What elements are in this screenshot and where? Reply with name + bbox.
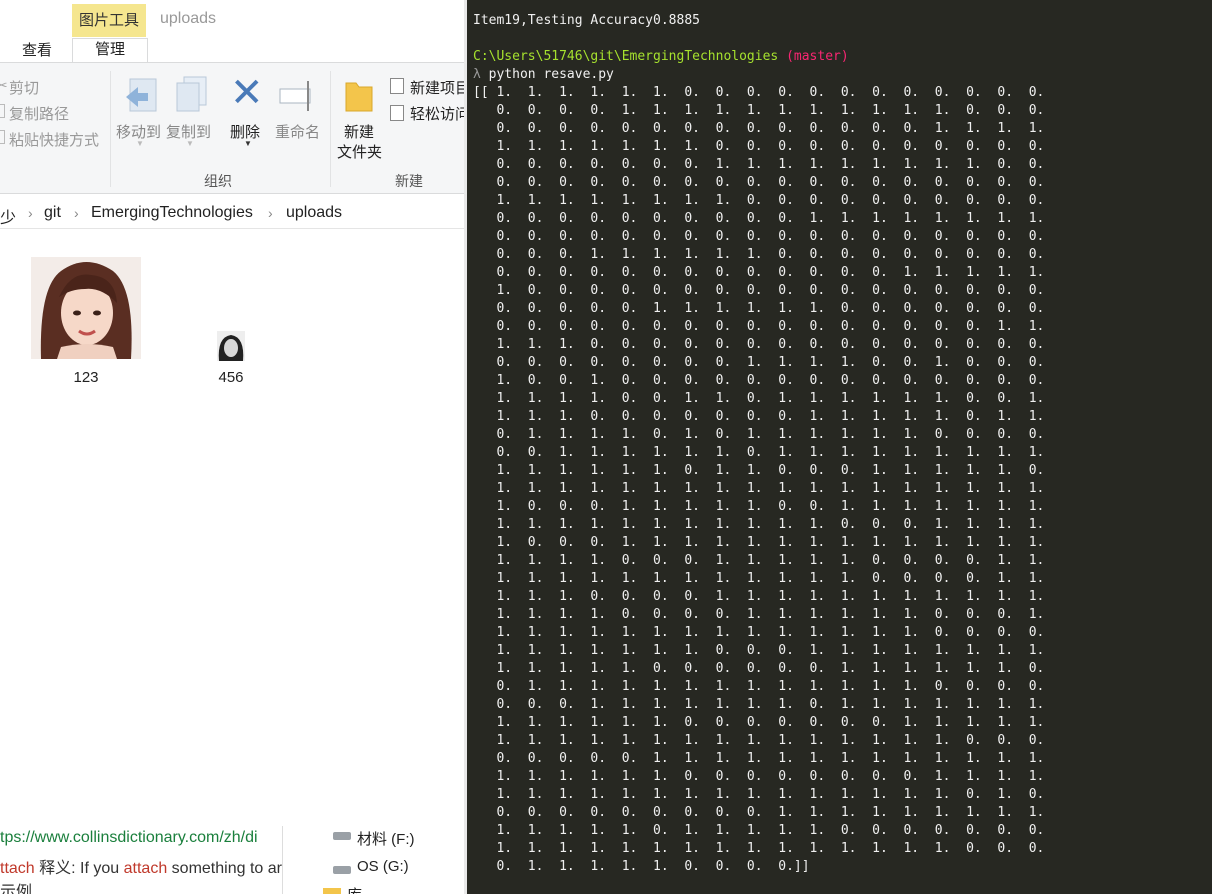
copy-path-icon: [0, 104, 5, 118]
organize-group-label: 组织: [204, 173, 232, 189]
breadcrumb-item[interactable]: uploads: [286, 204, 342, 222]
keyword: attach: [123, 860, 168, 877]
new-folder-button-line2: 文件夹: [337, 144, 383, 161]
breadcrumb[interactable]: 少 › git › EmergingTechnologies › uploads: [0, 198, 464, 229]
chevron-right-icon: ›: [28, 205, 33, 221]
breadcrumb-item[interactable]: git: [44, 204, 61, 222]
folder-icon: [323, 888, 341, 894]
accuracy-output: Item19,Testing Accuracy0.8885: [473, 13, 700, 28]
matrix-output: [[ 1. 1. 1. 1. 1. 1. 0. 0. 0. 0. 0. 0. 0…: [473, 85, 1045, 874]
drive-icon: [333, 832, 351, 840]
paste-shortcut-button[interactable]: 粘贴快捷方式: [9, 129, 99, 150]
dictionary-url[interactable]: tps://www.collinsdictionary.com/zh/di: [0, 829, 258, 847]
tab-view[interactable]: 查看: [14, 40, 60, 62]
window-title: uploads: [160, 10, 217, 27]
image-thumbnail-icon: [217, 331, 245, 361]
chevron-right-icon: ›: [268, 205, 273, 221]
chevron-down-icon: ▼: [244, 139, 252, 148]
easy-access-icon: [390, 105, 404, 121]
file-explorer-window: 图片工具 uploads 查看 管理 ✂ 剪切 复制路径 粘贴快捷方式 移动到 …: [0, 0, 464, 836]
definition-line: ttach 释义: If you attach something to ar: [0, 854, 282, 878]
terminal-output: Item19,Testing Accuracy0.8885 C:\Users\5…: [473, 12, 1044, 876]
scissors-icon: ✂: [0, 77, 8, 93]
drive-f[interactable]: 材料 (F:): [357, 828, 415, 849]
cut-button[interactable]: 剪切: [9, 77, 39, 98]
rename-icon: [279, 81, 311, 111]
shortcut-icon: [0, 130, 5, 144]
prompt-lambda: λ: [473, 67, 481, 82]
image-thumbnail-icon: [31, 257, 141, 359]
nav-pane-drives: 材料 (F:) OS (G:) 库: [282, 826, 465, 894]
breadcrumb-item[interactable]: 少: [0, 204, 16, 228]
breadcrumb-item[interactable]: EmergingTechnologies: [91, 204, 253, 222]
group-divider: [330, 71, 331, 187]
examples-label: 示例.: [0, 884, 37, 894]
file-name: 123: [73, 369, 99, 386]
browser-text-fragment: tps://www.collinsdictionary.com/zh/di tt…: [0, 826, 330, 894]
drive-g[interactable]: OS (G:): [357, 858, 409, 875]
easy-access-button[interactable]: 轻松访问: [410, 103, 464, 124]
ribbon-body: ✂ 剪切 复制路径 粘贴快捷方式 移动到 ▼ 复制到 ▼ ✕ 删除 ▼ 重命名 …: [0, 62, 464, 194]
new-folder-button[interactable]: 新建: [344, 121, 374, 142]
definition-text: 释义: If you: [39, 860, 120, 877]
new-group-label: 新建: [395, 173, 423, 189]
definition-text: something to ar: [171, 860, 282, 877]
copy-path-button[interactable]: 复制路径: [9, 103, 69, 124]
chevron-down-icon: ▼: [136, 139, 144, 148]
library-item[interactable]: 库: [347, 884, 362, 894]
new-item-button[interactable]: 新建项目: [410, 77, 464, 98]
chevron-right-icon: ›: [74, 205, 79, 221]
new-item-icon: [390, 78, 404, 94]
file-item[interactable]: 456: [206, 331, 256, 386]
copy-to-icon: [176, 76, 207, 112]
group-divider: [110, 71, 111, 187]
git-branch: (master): [786, 49, 849, 64]
drive-icon: [333, 866, 351, 874]
new-folder-icon: [345, 82, 373, 112]
file-item[interactable]: 123: [30, 257, 142, 386]
move-to-icon: [126, 78, 157, 112]
prompt-path: C:\Users\51746\git\EmergingTechnologies: [473, 49, 779, 64]
terminal-window[interactable]: Item19,Testing Accuracy0.8885 C:\Users\5…: [464, 0, 1212, 894]
picture-tools-context-tab[interactable]: 图片工具: [72, 4, 146, 37]
delete-x-icon: ✕: [230, 70, 264, 116]
ribbon-tab-bar: 图片工具 uploads 查看 管理: [0, 0, 464, 63]
command-text: python resave.py: [488, 67, 614, 82]
tab-manage[interactable]: 管理: [72, 38, 148, 63]
rename-button[interactable]: 重命名: [275, 121, 320, 142]
file-name: 456: [218, 369, 244, 386]
chevron-down-icon: ▼: [186, 139, 194, 148]
keyword: ttach: [0, 860, 35, 877]
